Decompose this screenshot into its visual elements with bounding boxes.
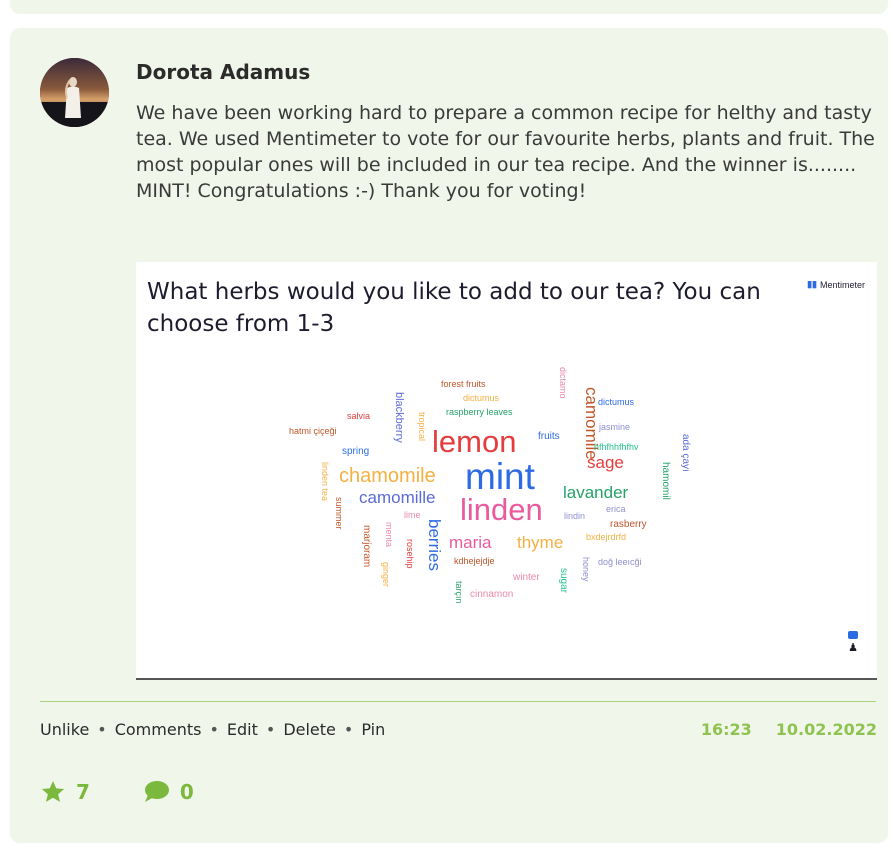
word-cloud-word: honey: [581, 557, 591, 582]
word-cloud-word: salvia: [347, 411, 370, 421]
word-cloud-word: blackberry: [393, 392, 405, 443]
word-cloud-word: kdhejejdje: [454, 556, 495, 566]
post-actions: Unlike • Comments • Edit • Delete • Pin: [40, 720, 385, 739]
post-body: We have been working hard to prepare a c…: [136, 102, 875, 202]
word-cloud-word: tarçın: [454, 581, 464, 604]
comment-count-value: 0: [179, 780, 194, 804]
pin-link[interactable]: Pin: [361, 720, 385, 739]
word-cloud-svg: forest fruits dictumus raspberry leaves dic…: [289, 367, 691, 604]
word-cloud-word: spring: [342, 446, 369, 457]
separator: •: [343, 720, 354, 739]
word-cloud-word: thyme: [517, 533, 563, 552]
word-cloud-word: linden: [460, 492, 543, 527]
separator: •: [97, 720, 107, 739]
word-cloud-word: rasberry: [610, 519, 647, 530]
slide-border: [136, 678, 877, 680]
word-cloud-word: hfhfhhfhfhv: [594, 442, 639, 452]
comments-link[interactable]: Comments: [115, 720, 202, 739]
word-cloud-word: sage: [587, 453, 624, 472]
avatar[interactable]: [40, 58, 109, 127]
separator: •: [265, 720, 276, 739]
word-cloud-word: erica: [606, 504, 626, 514]
word-cloud-word: sugar: [558, 568, 569, 594]
word-cloud-word: maria: [449, 533, 492, 552]
word-cloud-word: chamomile: [339, 465, 436, 487]
word-cloud-word: winter: [512, 572, 540, 583]
word-cloud-word: lavander: [563, 483, 629, 502]
word-cloud-word: rosehip: [405, 539, 415, 569]
word-cloud-word: dictamo: [558, 367, 568, 399]
word-cloud-word: menta: [384, 522, 394, 547]
person-icon: ♟: [848, 642, 858, 654]
post-time: 16:23: [700, 720, 752, 739]
word-cloud-word: cinnamon: [470, 589, 513, 600]
comment-bubble-icon: [144, 781, 169, 802]
star-count-value: 7: [76, 780, 90, 804]
comment-count[interactable]: 0: [142, 780, 194, 804]
post-card: Dorota Adamus We have been working hard …: [10, 28, 888, 843]
author-name[interactable]: Dorota Adamus: [136, 60, 310, 84]
word-cloud-word: dictumus: [598, 397, 635, 407]
post-date: 10.02.2022: [775, 720, 877, 739]
word-cloud-word: mint: [465, 456, 536, 497]
avatar-image: [40, 58, 109, 127]
word-cloud-word: fruits: [538, 431, 560, 442]
unlike-link[interactable]: Unlike: [40, 720, 89, 739]
word-cloud-word: ginger: [381, 562, 391, 587]
word-cloud-word: lime: [404, 510, 421, 520]
word-cloud-word: camomille: [359, 488, 436, 507]
word-cloud: forest fruits dictumus raspberry leaves dic…: [136, 262, 877, 678]
word-cloud-word: lindin: [564, 511, 585, 521]
star-icon: [41, 781, 65, 802]
word-cloud-word: marjoram: [361, 525, 372, 567]
word-cloud-word: tropical: [417, 412, 427, 441]
word-cloud-word: forest fruits: [441, 379, 486, 389]
slide-counter-icon: [848, 631, 858, 639]
word-cloud-word: doğ leeıcği: [598, 557, 642, 567]
word-cloud-word: hamomil: [660, 462, 671, 500]
word-cloud-word: linden tea: [320, 462, 330, 501]
presenter-widget[interactable]: ♟: [846, 631, 860, 661]
word-cloud-word: bxdejrdrfd: [586, 532, 626, 542]
previous-post-card: [10, 0, 888, 14]
word-cloud-word: summer: [334, 497, 344, 530]
delete-link[interactable]: Delete: [283, 720, 336, 739]
word-cloud-word: berries: [425, 519, 444, 571]
post-divider: [40, 701, 876, 702]
edit-link[interactable]: Edit: [227, 720, 258, 739]
star-count[interactable]: 7: [40, 780, 90, 804]
word-cloud-word: ada çayı: [680, 434, 691, 472]
word-cloud-word: dictumus: [463, 393, 500, 403]
word-cloud-word: raspberry leaves: [446, 407, 513, 417]
word-cloud-word: hatmi çiçeği: [289, 426, 337, 436]
post-stats: 7 0: [40, 780, 194, 804]
word-cloud-word: lemon: [432, 424, 516, 459]
mentimeter-slide[interactable]: What herbs would you like to add to our …: [136, 262, 877, 678]
post-meta: 16:23 10.02.2022: [701, 720, 877, 739]
separator: •: [209, 720, 219, 739]
word-cloud-word: jasmine: [598, 422, 630, 432]
